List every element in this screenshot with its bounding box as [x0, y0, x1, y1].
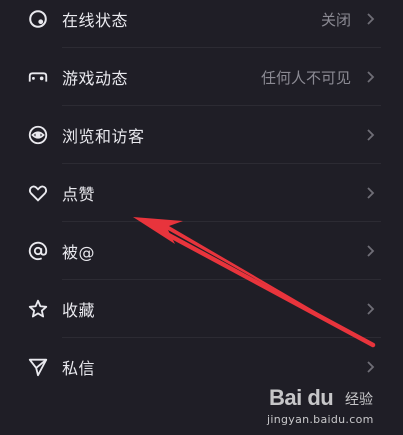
chevron-right-icon [363, 244, 377, 258]
settings-row-label: 浏览和访客 [62, 127, 145, 146]
at-icon [27, 240, 49, 262]
settings-row-label: 点赞 [62, 185, 96, 204]
settings-row-likes[interactable]: 点赞 [0, 164, 403, 222]
settings-row-label: 被@ [62, 243, 96, 262]
settings-row-label: 收藏 [62, 301, 96, 320]
baidu-jingyan-watermark: Bai du 经验 jingyan.baidu.com [267, 385, 377, 431]
watermark-text: 经验 [345, 392, 373, 408]
settings-row-value: 任何人不可见 [260, 68, 351, 87]
watermark-url: jingyan.baidu.com [267, 413, 374, 426]
gamepad-icon [27, 66, 49, 88]
settings-row-label: 游戏动态 [62, 69, 129, 88]
settings-row-game-activity[interactable]: 游戏动态 任何人不可见 [0, 48, 403, 106]
send-icon [27, 356, 49, 378]
chevron-right-icon [363, 302, 377, 316]
watermark-logo: Bai du [269, 385, 334, 410]
settings-row-value: 关闭 [320, 10, 351, 29]
chevron-right-icon [363, 70, 377, 84]
chevron-right-icon [363, 360, 377, 374]
chevron-right-icon [363, 128, 377, 142]
settings-row-label: 在线状态 [62, 11, 129, 30]
heart-icon [27, 182, 49, 204]
eye-icon [27, 124, 49, 146]
settings-row-label: 私信 [62, 359, 96, 378]
settings-row-online-status[interactable]: 在线状态 关闭 [0, 0, 403, 48]
privacy-settings-list: 在线状态 关闭 游戏动态 任何人不可见 浏览和访客 点赞 被@ 收藏 私信 [0, 0, 403, 406]
settings-row-views-and-visitors[interactable]: 浏览和访客 [0, 106, 403, 164]
chevron-right-icon [363, 186, 377, 200]
settings-row-favorites[interactable]: 收藏 [0, 280, 403, 338]
online-status-icon [27, 8, 49, 30]
settings-row-mentions[interactable]: 被@ [0, 222, 403, 280]
chevron-right-icon [363, 12, 377, 26]
star-icon [27, 298, 49, 320]
